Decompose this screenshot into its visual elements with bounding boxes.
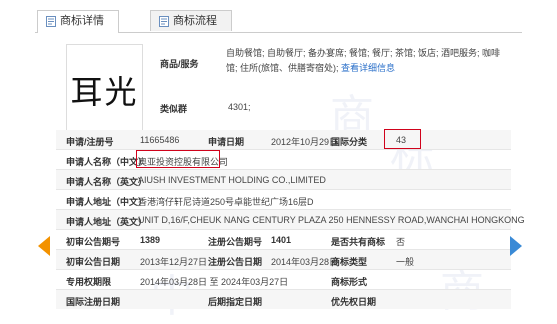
later-date-label: 后期指定日期 [208, 297, 263, 307]
applicant-name-en-value: AIUSH INVESTMENT HOLDING CO.,LIMITED [138, 175, 326, 185]
tab-label: 商标流程 [173, 15, 217, 27]
applicant-name-cn-value: 奥亚投资控股有限公司 [138, 157, 229, 167]
chevron-right-icon[interactable] [510, 236, 522, 256]
tm-form-label: 商标形式 [331, 277, 368, 287]
priority-date-label: 优先权日期 [331, 297, 377, 307]
tm-type-label: 商标类型 [331, 257, 368, 267]
applicant-addr-en-value: UNIT D,16/F,CHEUK NANG CENTURY PLAZA 250… [138, 215, 525, 225]
intl-reg-date-label: 国际注册日期 [66, 297, 121, 307]
table-row [56, 290, 511, 309]
tab-trademark-details[interactable]: 商标详情 [37, 10, 119, 33]
goods-services: 自助餐馆; 自助餐厅; 备办宴席; 餐馆; 餐厅; 茶馆; 饭店; 酒吧服务; … [226, 46, 506, 76]
applicant-addr-en-label: 申请人地址（英文） [66, 217, 148, 227]
reg-no-label: 申请/注册号 [66, 137, 114, 147]
document-icon [159, 16, 169, 27]
validity-value: 2014年03月28日 至 2024年03月27日 [140, 277, 289, 287]
prelim-no-value: 1389 [140, 235, 161, 245]
applicant-name-cn-label: 申请人名称（中文） [66, 157, 148, 167]
goods-label: 商品/服务 [160, 59, 199, 69]
document-icon [46, 16, 56, 27]
shared-label: 是否共有商标 [331, 237, 386, 247]
applicant-name-en-label: 申请人名称（英文） [66, 177, 148, 187]
trademark-image[interactable]: 耳光 [66, 44, 143, 136]
reg-pub-no-label: 注册公告期号 [208, 237, 263, 247]
trademark-detail-panel: 耳光 商品/服务 自助餐馆; 自助餐厅; 备办宴席; 餐馆; 餐厅; 茶馆; 饭… [48, 32, 525, 316]
divider [56, 229, 511, 230]
tab-label: 商标详情 [60, 15, 104, 27]
tab-trademark-process[interactable]: 商标流程 [150, 10, 232, 31]
prelim-date-value: 2013年12月27日 [140, 257, 208, 267]
view-details-link[interactable]: 查看详细信息 [341, 63, 395, 73]
reg-pub-date-value: 2014年03月28日 [271, 257, 339, 267]
tm-type-value: 一般 [396, 257, 415, 267]
shared-value: 否 [396, 237, 406, 247]
reg-no-value: 11665486 [140, 135, 180, 145]
validity-label: 专用权期限 [66, 277, 112, 287]
divider [56, 189, 511, 190]
prelim-no-label: 初审公告期号 [66, 237, 121, 247]
divider [56, 149, 511, 150]
reg-pub-date-label: 注册公告日期 [208, 257, 263, 267]
chevron-left-icon[interactable] [38, 236, 50, 256]
intl-class-value: 43 [396, 135, 407, 145]
reg-pub-no-value: 1401 [271, 235, 292, 245]
applicant-addr-cn-label: 申请人地址（中文） [66, 197, 148, 207]
applicant-addr-cn-value: 香港湾仔轩尼诗道250号卓能世纪广场16层D [138, 197, 314, 207]
app-date-value: 2012年10月29日 [271, 137, 339, 147]
similar-group-label: 类似群 [160, 104, 188, 114]
divider [56, 269, 511, 270]
prelim-date-label: 初审公告日期 [66, 257, 121, 267]
similar-group-value: 4301; [228, 102, 251, 112]
app-date-label: 申请日期 [208, 137, 245, 147]
tab-bar: 商标详情 商标流程 [35, 10, 522, 33]
intl-class-label: 国际分类 [331, 137, 368, 147]
trademark-logo-text: 耳光 [70, 73, 139, 111]
